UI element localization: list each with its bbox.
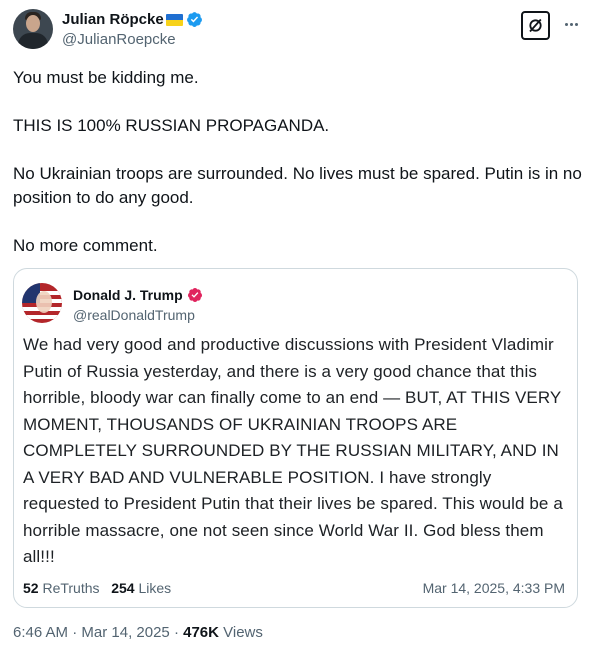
- quote-author-row[interactable]: Donald J. Trump: [73, 286, 203, 304]
- ukraine-flag-icon: [165, 13, 183, 26]
- verified-badge-icon: [186, 12, 202, 27]
- likes-label: Likes: [138, 580, 172, 596]
- quote-author-handle[interactable]: @realDonaldTrump: [73, 307, 195, 324]
- post-date[interactable]: Mar 14, 2025: [81, 624, 169, 641]
- grok-button[interactable]: [521, 11, 550, 40]
- quoted-post-card[interactable]: Donald J. Trump @realDonaldTrump We had …: [13, 268, 578, 608]
- verified-badge-icon: [187, 288, 202, 302]
- retruths-count: 52: [23, 580, 39, 596]
- author-name[interactable]: Julian Röpcke: [62, 10, 164, 29]
- grok-slash-icon: [529, 18, 542, 33]
- quote-text: We had very good and productive discussi…: [23, 335, 563, 566]
- quote-stats: 52 ReTruths 254 Likes: [23, 579, 171, 597]
- likes-count: 254: [111, 580, 135, 596]
- retruths-label: ReTruths: [42, 580, 100, 596]
- post-metadata: 6:46 AM · Mar 14, 2025 · 476K Views: [13, 624, 263, 641]
- quote-avatar[interactable]: [22, 283, 62, 323]
- author-handle[interactable]: @JulianRoepcke: [62, 31, 176, 49]
- quote-author-name[interactable]: Donald J. Trump: [73, 286, 183, 304]
- views-label: Views: [218, 624, 263, 641]
- author-name-row[interactable]: Julian Röpcke: [62, 10, 203, 29]
- views-count: 476K: [183, 624, 219, 641]
- more-options-button[interactable]: [560, 14, 582, 34]
- post-time[interactable]: 6:46 AM: [13, 624, 68, 641]
- post-text: You must be kidding me. THIS IS 100% RUS…: [13, 68, 582, 255]
- more-dots-icon: [564, 22, 568, 26]
- quote-date: Mar 14, 2025, 4:33 PM: [422, 580, 565, 596]
- author-avatar[interactable]: [13, 9, 53, 49]
